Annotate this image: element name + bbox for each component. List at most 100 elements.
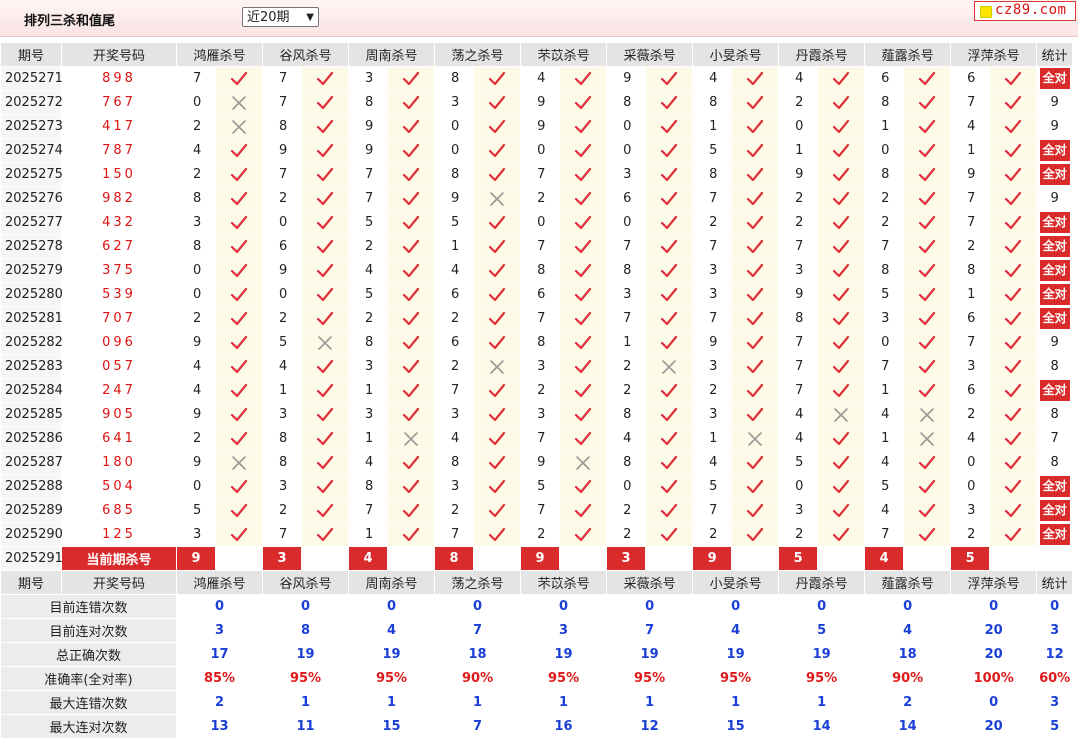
check-icon [559, 114, 608, 139]
check-icon [903, 282, 952, 307]
check-icon [301, 450, 350, 475]
check-icon [473, 306, 522, 331]
header-expert: 薤露杀号 [864, 570, 952, 595]
kill-number-cell: 7 [692, 498, 733, 523]
check-icon [387, 114, 436, 139]
current-kill-number: 5 [950, 546, 991, 571]
stat-cell: 全对 [1036, 66, 1074, 91]
stat-cell: 全对 [1036, 474, 1074, 499]
x-icon [817, 402, 866, 427]
kill-number-cell: 8 [950, 258, 991, 283]
kill-number-cell: 7 [262, 162, 303, 187]
header-expert: 谷风杀号 [262, 570, 350, 595]
all-correct-badge: 全对 [1039, 212, 1070, 233]
stats-row: 准确率(全对率) 85% 95% 95% 90% 95% 95% 95% 95% 90% 100% 6… [0, 666, 1074, 691]
stats-row: 目前连错次数 0 0 0 0 0 0 0 0 0 0 0 [0, 594, 1074, 619]
kill-number-cell: 8 [262, 450, 303, 475]
kill-number-cell: 4 [520, 66, 561, 91]
stat-cell: 全对 [1036, 258, 1074, 283]
check-icon [731, 282, 780, 307]
header-expert: 丹霞杀号 [778, 42, 866, 67]
stat-cell: 全对 [1036, 138, 1074, 163]
stats-value: 18 [434, 642, 522, 667]
period-cell: 2025284 [0, 378, 63, 403]
kill-number-cell: 7 [606, 306, 647, 331]
kill-number-cell: 2 [348, 234, 389, 259]
period-cell: 2025277 [0, 210, 63, 235]
kill-number-cell: 0 [606, 210, 647, 235]
stats-value: 4 [864, 618, 952, 643]
kill-number-cell: 8 [864, 90, 905, 115]
check-icon [989, 474, 1038, 499]
check-icon [645, 186, 694, 211]
check-icon [301, 162, 350, 187]
check-icon [559, 162, 608, 187]
current-kill-spacer [301, 546, 350, 571]
stats-value: 15 [348, 714, 436, 739]
check-icon [473, 162, 522, 187]
check-icon [559, 474, 608, 499]
period-range-select[interactable]: 近20期 ▼ [242, 7, 319, 27]
draw-number-cell: 096 [61, 330, 177, 355]
check-icon [817, 234, 866, 259]
stat-value: 9 [1050, 119, 1059, 134]
kill-number-cell: 3 [692, 354, 733, 379]
check-icon [214, 522, 264, 547]
kill-number-cell: 2 [176, 426, 216, 451]
draw-number-cell: 504 [61, 474, 177, 499]
stats-value: 1 [348, 690, 436, 715]
all-correct-badge: 全对 [1039, 308, 1070, 329]
kill-number-cell: 3 [778, 498, 819, 523]
kill-number-cell: 3 [864, 306, 905, 331]
period-cell: 2025289 [0, 498, 63, 523]
check-icon [731, 90, 780, 115]
check-icon [387, 186, 436, 211]
table-row: 2025276 982 8 2 7 9 2 6 7 2 2 7 9 [0, 186, 1074, 211]
header-row: 期号 开奖号码 鸿雁杀号 谷风杀号 周南杀号 荡之杀号 芣苡杀号 采薇杀号 小旻杀号 丹霞杀号 薤露… [0, 570, 1074, 595]
header-expert: 鸿雁杀号 [175, 570, 264, 595]
stats-value: 13 [175, 714, 264, 739]
check-icon [903, 90, 952, 115]
site-logo[interactable]: cz89.com [974, 1, 1076, 21]
header-expert: 鸿雁杀号 [175, 42, 264, 67]
check-icon [387, 138, 436, 163]
stat-cell: 全对 [1036, 282, 1074, 307]
stats-value: 20 [950, 618, 1038, 643]
check-icon [903, 330, 952, 355]
check-icon [645, 330, 694, 355]
check-icon [214, 402, 264, 427]
draw-number-cell: 150 [61, 162, 177, 187]
kill-number-cell: 1 [950, 282, 991, 307]
kill-number-cell: 1 [864, 426, 905, 451]
stats-value: 1 [778, 690, 866, 715]
kill-number-cell: 5 [864, 474, 905, 499]
check-icon [731, 402, 780, 427]
check-icon [473, 138, 522, 163]
draw-number-cell: 905 [61, 402, 177, 427]
kill-number-cell: 0 [176, 90, 216, 115]
kill-number-cell: 9 [520, 90, 561, 115]
check-icon [387, 282, 436, 307]
stats-value: 90% [434, 666, 522, 691]
stats-value: 12 [1036, 642, 1074, 667]
kill-number-cell: 6 [262, 234, 303, 259]
check-icon [903, 66, 952, 91]
table-row: 2025278 627 8 6 2 1 7 7 7 7 7 2 全对 [0, 234, 1074, 259]
stats-value: 3 [520, 618, 608, 643]
check-icon [989, 90, 1038, 115]
kill-number-cell: 8 [348, 330, 389, 355]
stats-value: 95% [262, 666, 350, 691]
check-icon [645, 138, 694, 163]
check-icon [473, 522, 522, 547]
check-icon [989, 426, 1038, 451]
kill-number-cell: 3 [692, 402, 733, 427]
kill-number-cell: 7 [692, 186, 733, 211]
kill-number-cell: 2 [950, 522, 991, 547]
header-row: 期号 开奖号码 鸿雁杀号 谷风杀号 周南杀号 荡之杀号 芣苡杀号 采薇杀号 小旻杀号 丹霞杀号 薤露… [0, 42, 1074, 67]
kill-number-cell: 1 [864, 114, 905, 139]
table-row: 2025287 180 9 8 4 8 9 8 4 5 4 0 8 [0, 450, 1074, 475]
kill-number-cell: 2 [864, 186, 905, 211]
check-icon [989, 66, 1038, 91]
check-icon [559, 66, 608, 91]
check-icon [731, 498, 780, 523]
